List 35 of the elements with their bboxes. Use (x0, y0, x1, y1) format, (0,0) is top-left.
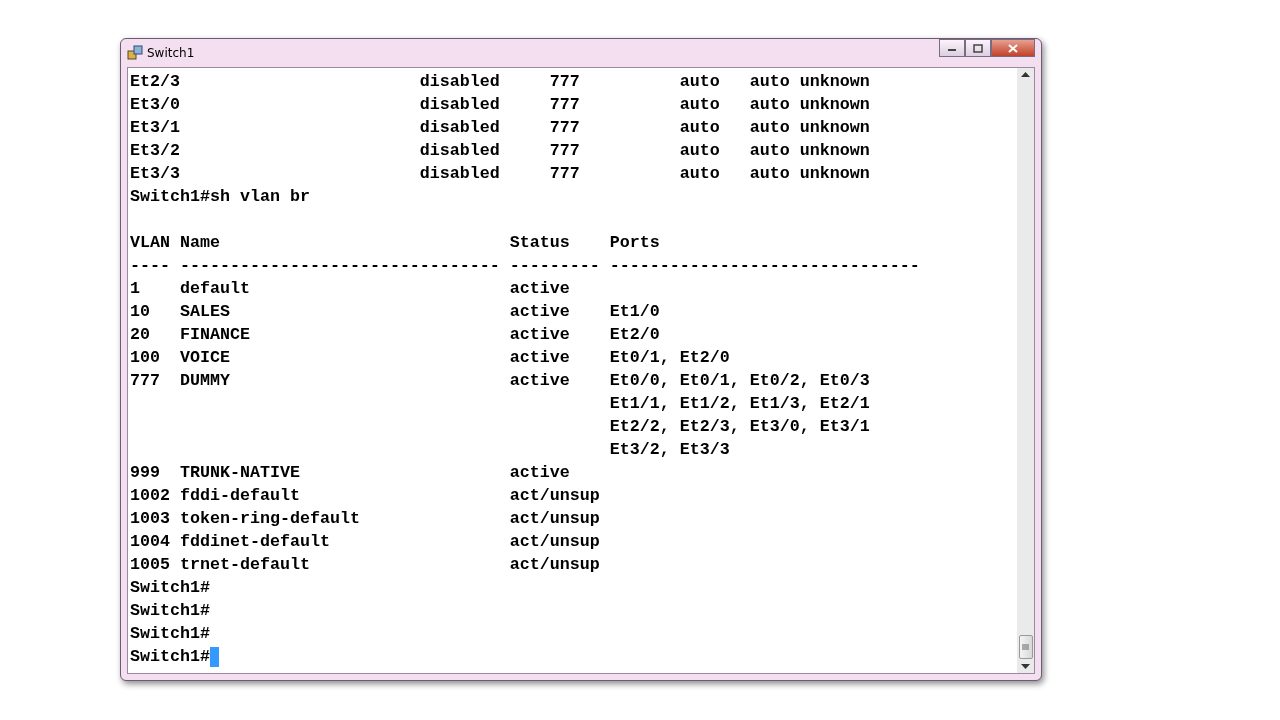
terminal-line: Switch1#sh vlan br (130, 186, 310, 208)
terminal-line: Et3/2 disabled 777 auto auto unknown (130, 140, 870, 162)
terminal-line: Et3/1 disabled 777 auto auto unknown (130, 117, 870, 139)
scroll-down-icon[interactable] (1021, 663, 1030, 669)
terminal-line: 1005 trnet-default act/unsup (130, 554, 600, 576)
terminal-line: 1 default active (130, 278, 570, 300)
scroll-up-icon[interactable] (1021, 72, 1030, 78)
terminal-line: VLAN Name Status Ports (130, 232, 660, 254)
terminal-line: 777 DUMMY active Et0/0, Et0/1, Et0/2, Et0/3 (130, 370, 870, 392)
terminal-line: Et2/3 disabled 777 auto auto unknown (130, 71, 870, 93)
terminal-line: Switch1# (130, 646, 210, 668)
terminal-line: Et3/3 disabled 777 auto auto unknown (130, 163, 870, 185)
terminal-line: Et3/2, Et3/3 (608, 439, 730, 461)
close-button[interactable] (991, 39, 1035, 57)
terminal-line: 10 SALES active Et1/0 (130, 301, 660, 323)
terminal-line: Et3/0 disabled 777 auto auto unknown (130, 94, 870, 116)
terminal-line: 1003 token-ring-default act/unsup (130, 508, 600, 530)
terminal-line: ---- -------------------------------- --------- ------------------------------- (130, 255, 920, 277)
terminal-line: Et2/2, Et2/3, Et3/0, Et3/1 (608, 416, 870, 438)
maximize-icon (973, 43, 983, 53)
terminal-line: 999 TRUNK-NATIVE active (130, 462, 570, 484)
terminal-line: Switch1# (130, 577, 210, 599)
terminal-line: Switch1# (130, 600, 210, 622)
terminal-line: 1004 fddinet-default act/unsup (130, 531, 600, 553)
scrollbar-thumb[interactable] (1018, 635, 1033, 659)
terminal-line: 100 VOICE active Et0/1, Et2/0 (130, 347, 730, 369)
vertical-scrollbar[interactable] (1017, 68, 1034, 673)
window-title: Switch1 (147, 46, 195, 60)
close-icon (1008, 43, 1018, 53)
terminal-line: Switch1# (130, 623, 210, 645)
terminal-line: 1002 fddi-default act/unsup (130, 485, 600, 507)
minimize-button[interactable] (939, 39, 965, 57)
terminal-line: 20 FINANCE active Et2/0 (130, 324, 660, 346)
maximize-button[interactable] (965, 39, 991, 57)
terminal-line: Et1/1, Et1/2, Et1/3, Et2/1 (608, 393, 870, 415)
